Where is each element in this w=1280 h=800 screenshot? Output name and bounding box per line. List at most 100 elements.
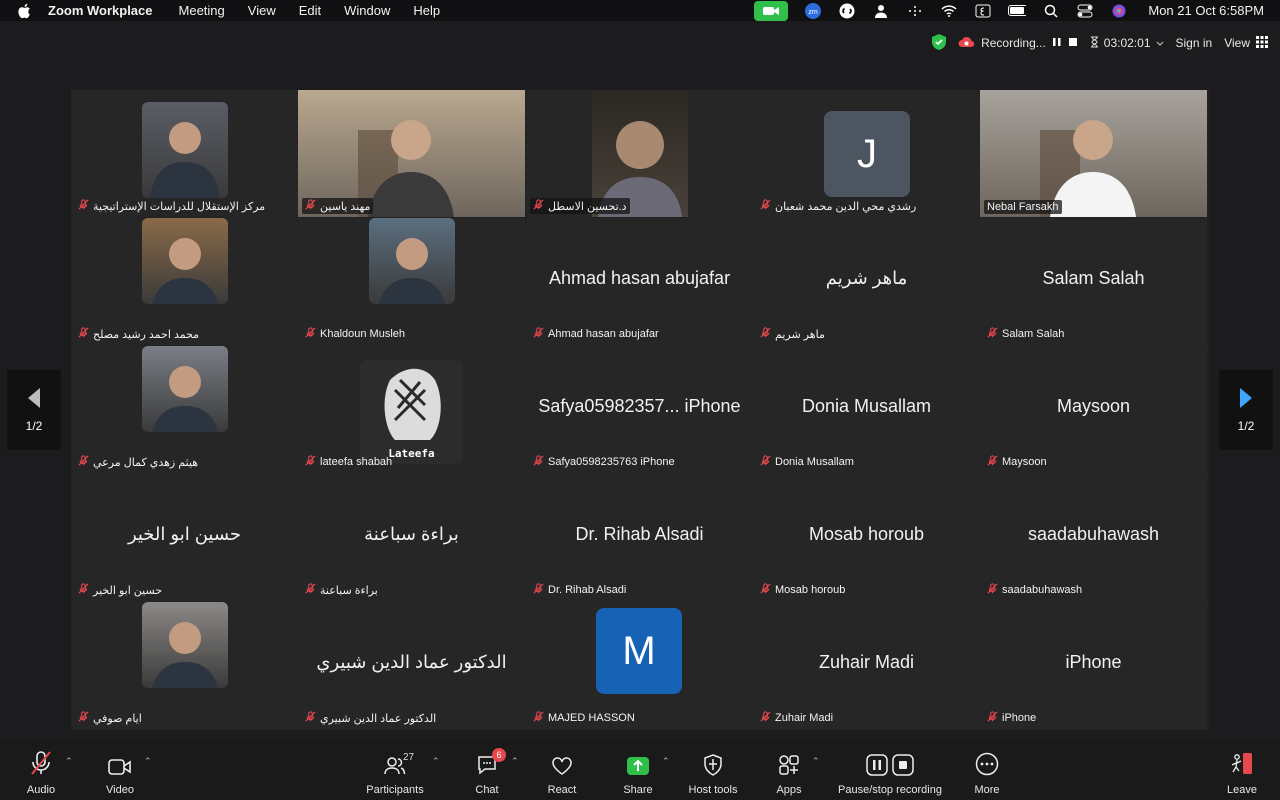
app-menu[interactable]: Zoom Workplace [48, 3, 153, 18]
participant-name: Mosab horoub [775, 584, 846, 596]
share-button[interactable]: Share [620, 750, 656, 796]
participant-name: Salam Salah [1002, 328, 1065, 340]
share-label: Share [623, 784, 653, 796]
participant-photo: Lateefa [360, 360, 463, 464]
participant-tile[interactable]: saadabuhawash saadabuhawash [980, 474, 1207, 601]
video-options-chevron-icon[interactable]: ⌃ [144, 756, 152, 767]
participant-name-label: Dr. Rihab Alsadi [530, 582, 629, 598]
participant-name-label: lateefa shabah [302, 454, 395, 470]
pause-stop-recording-button[interactable]: Pause/stop recording [834, 750, 946, 796]
participant-tile[interactable]: Mosab horoub Mosab horoub [753, 474, 980, 601]
user-icon[interactable] [872, 3, 890, 19]
siri-icon[interactable] [1110, 3, 1128, 19]
pause-stop-label: Pause/stop recording [838, 784, 942, 796]
previous-page-button[interactable]: 1/2 [7, 370, 61, 450]
chat-button[interactable]: 6 Chat [472, 748, 506, 796]
participant-tile[interactable]: حسين ابو الخير حسين ابو الخير [71, 474, 298, 601]
menu-help[interactable]: Help [413, 3, 440, 18]
participant-name-label: Mosab horoub [757, 582, 848, 598]
participant-tile[interactable]: ماهر شريم ماهر شريم [753, 218, 980, 345]
mic-muted-icon [78, 327, 89, 341]
participants-button[interactable]: 27 Participants [362, 750, 428, 796]
zoom-menubar-icon[interactable]: zm [804, 2, 822, 19]
audio-options-chevron-icon[interactable]: ⌃ [65, 756, 73, 767]
menubar-clock[interactable]: Mon 21 Oct 6:58PM [1148, 3, 1264, 18]
audio-button[interactable]: Audio [24, 750, 58, 796]
participant-tile[interactable]: مركز الإستقلال للدراسات الإستراتيجية [71, 90, 298, 217]
participant-name-label: Donia Musallam [757, 454, 857, 470]
participant-tile[interactable]: Lateefa lateefa shabah [298, 346, 525, 473]
participant-tile[interactable]: Nebal Farsakh [980, 90, 1207, 217]
wifi-icon[interactable] [940, 3, 958, 19]
next-page-button[interactable]: 1/2 [1219, 370, 1273, 450]
participant-tile[interactable]: Safya05982357... iPhone Safya0598235763 i… [526, 346, 753, 473]
participant-tile[interactable]: ايام صوفي [71, 602, 298, 729]
svg-text:zm: zm [809, 9, 819, 16]
participant-tile[interactable]: مهند ياسين [298, 90, 525, 217]
menu-window[interactable]: Window [344, 3, 390, 18]
mic-muted-icon [760, 583, 771, 597]
participant-name-label: د.تحسين الاسطل [530, 198, 630, 214]
keyboard-input-icon[interactable] [974, 3, 992, 19]
leave-button[interactable]: Leave [1226, 750, 1258, 796]
participant-tile[interactable]: Dr. Rihab Alsadi Dr. Rihab Alsadi [526, 474, 753, 601]
participant-tile[interactable]: M MAJED HASSON [526, 602, 753, 729]
apple-icon[interactable] [17, 3, 31, 19]
participant-name-label: Khaldoun Musleh [302, 326, 408, 342]
video-camera-icon [108, 750, 132, 776]
participant-tile[interactable]: Donia Musallam Donia Musallam [753, 346, 980, 473]
host-tools-button[interactable]: Host tools [686, 750, 740, 796]
recording-status[interactable]: Recording... [958, 36, 1078, 51]
meeting-timer[interactable]: 03:02:01 [1090, 36, 1164, 51]
pause-recording-icon[interactable] [1052, 36, 1062, 50]
sign-in-button[interactable]: Sign in [1176, 36, 1213, 50]
participant-name-label: هيثم زهدي كمال مرعي [75, 454, 201, 470]
mic-muted-icon [78, 583, 89, 597]
participant-name: saadabuhawash [1002, 584, 1083, 596]
mic-muted-icon [987, 711, 998, 725]
control-center-icon[interactable] [1076, 3, 1094, 19]
mic-muted-icon [760, 327, 771, 341]
react-button[interactable]: React [546, 750, 578, 796]
mic-muted-icon [78, 455, 89, 469]
participant-photo [369, 218, 455, 304]
view-button[interactable]: View [1224, 35, 1268, 51]
participant-avatar: M [596, 608, 682, 694]
apps-chevron-icon[interactable]: ⌃ [812, 756, 820, 767]
menu-meeting[interactable]: Meeting [179, 3, 225, 18]
share-chevron-icon[interactable]: ⌃ [662, 756, 670, 767]
participant-tile[interactable]: براءة سباعنة براءة سباعنة [298, 474, 525, 601]
participant-tile[interactable]: Ahmad hasan abujafar Ahmad hasan abujafar [526, 218, 753, 345]
participant-tile[interactable]: Khaldoun Musleh [298, 218, 525, 345]
apps-button[interactable]: Apps [774, 750, 804, 796]
stop-recording-icon[interactable] [1068, 36, 1078, 50]
chat-chevron-icon[interactable]: ⌃ [511, 756, 519, 767]
participant-tile[interactable]: Maysoon Maysoon [980, 346, 1207, 473]
participant-name: هيثم زهدي كمال مرعي [93, 456, 199, 469]
shazam-icon[interactable] [838, 3, 856, 19]
participant-tile[interactable]: محمد احمد رشيد مصلح [71, 218, 298, 345]
dots-icon[interactable] [906, 3, 924, 19]
mic-muted-icon [305, 711, 316, 725]
participant-video [980, 90, 1207, 217]
participant-tile[interactable]: J رشدي محي الدين محمد شعبان [753, 90, 980, 217]
zoom-video-status-icon[interactable] [754, 0, 789, 21]
participant-tile[interactable]: iPhone iPhone [980, 602, 1207, 729]
leave-label: Leave [1227, 784, 1257, 796]
battery-icon[interactable] [1008, 3, 1027, 19]
mic-muted-icon [760, 711, 771, 725]
participant-tile[interactable]: د.تحسين الاسطل [526, 90, 753, 217]
encryption-shield-icon[interactable] [932, 33, 947, 53]
video-button[interactable]: Video [104, 750, 136, 796]
menu-edit[interactable]: Edit [299, 3, 321, 18]
participant-tile[interactable]: Salam Salah Salam Salah [980, 218, 1207, 345]
search-icon[interactable] [1042, 3, 1060, 19]
menu-view[interactable]: View [248, 3, 276, 18]
participant-name-label: الدكتور عماد الدين شبيري [302, 710, 439, 726]
participants-chevron-icon[interactable]: ⌃ [432, 756, 440, 767]
participant-tile[interactable]: هيثم زهدي كمال مرعي [71, 346, 298, 473]
participant-tile[interactable]: Zuhair Madi Zuhair Madi [753, 602, 980, 729]
participant-name: Ahmad hasan abujafar [548, 328, 659, 340]
more-button[interactable]: More [972, 750, 1002, 796]
participant-tile[interactable]: الدكتور عماد الدين شبيري الدكتور عماد الد… [298, 602, 525, 729]
